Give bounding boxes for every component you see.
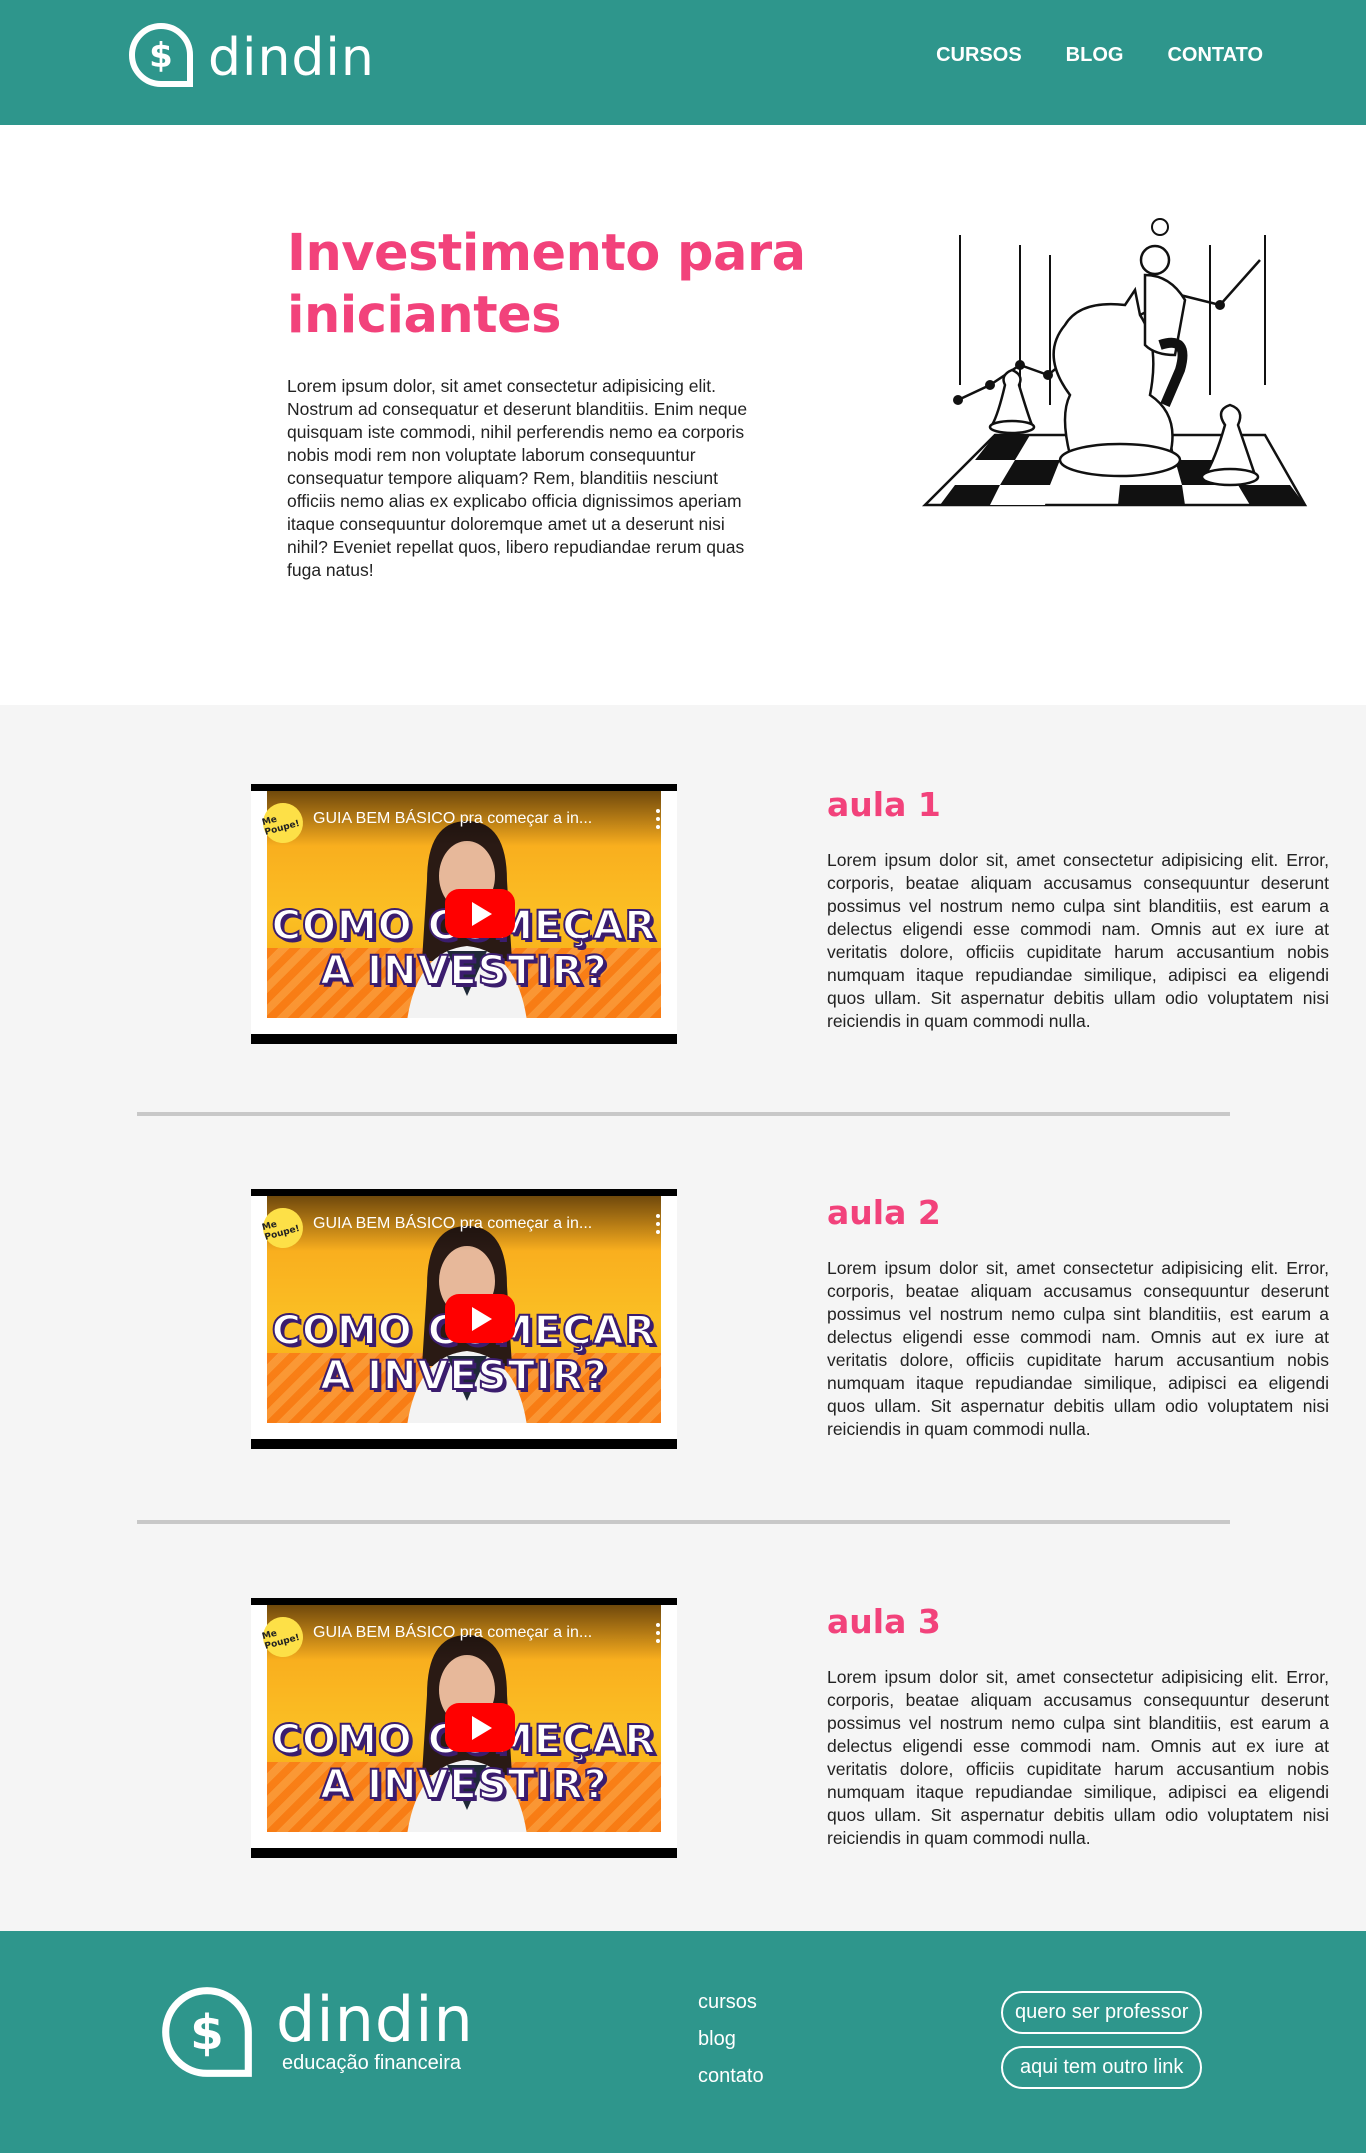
thumbnail-text-line-2: A INVESTIR?: [319, 947, 608, 995]
footer-link-blog[interactable]: blog: [698, 2028, 764, 2051]
more-vertical-icon[interactable]: [655, 1214, 661, 1234]
footer-logo-name: dindin: [276, 1982, 474, 2056]
footer-logo[interactable]: $ dindin educação financeira: [160, 1985, 474, 2079]
svg-text:$: $: [149, 36, 173, 76]
nav-cursos[interactable]: CURSOS: [936, 44, 1022, 67]
youtube-play-icon[interactable]: [445, 889, 515, 938]
dollar-speech-bubble-icon: $: [162, 1987, 252, 2077]
video-embed[interactable]: COMO COMEÇAR A INVESTIR? Me Poupe! GUIA …: [251, 784, 677, 1044]
section-divider: [137, 1112, 1230, 1116]
video-title[interactable]: GUIA BEM BÁSICO pra começar a in...: [313, 1215, 592, 1233]
svg-text:$: $: [190, 2005, 224, 2061]
footer-buttons: quero ser professor aqui tem outro link: [1001, 1991, 1203, 2089]
youtube-play-icon[interactable]: [445, 1294, 515, 1343]
become-teacher-button[interactable]: quero ser professor: [1001, 1991, 1203, 2034]
lesson-title: aula 1: [827, 785, 941, 824]
hero-section: Investimento para iniciantes Lorem ipsum…: [0, 125, 1366, 705]
lesson-title: aula 3: [827, 1602, 941, 1641]
nav-blog[interactable]: BLOG: [1066, 44, 1124, 67]
site-footer: $ dindin educação financeira cursos blog…: [0, 1931, 1366, 2153]
youtube-play-icon[interactable]: [445, 1703, 515, 1752]
site-header: $ dindin CURSOS BLOG CONTATO: [0, 0, 1366, 125]
video-embed[interactable]: COMO COMEÇAR A INVESTIR? Me Poupe! GUIA …: [251, 1189, 677, 1449]
section-divider: [137, 1520, 1230, 1524]
footer-link-cursos[interactable]: cursos: [698, 1991, 764, 2014]
footer-logo-text: dindin educação financeira: [276, 1982, 474, 2075]
video-title[interactable]: GUIA BEM BÁSICO pra começar a in...: [313, 1624, 592, 1642]
video-frame: COMO COMEÇAR A INVESTIR? Me Poupe! GUIA …: [251, 1605, 677, 1848]
more-vertical-icon[interactable]: [655, 1623, 661, 1643]
lessons-section: COMO COMEÇAR A INVESTIR? Me Poupe! GUIA …: [0, 705, 1366, 1931]
video-embed[interactable]: COMO COMEÇAR A INVESTIR? Me Poupe! GUIA …: [251, 1598, 677, 1858]
main-nav: CURSOS BLOG CONTATO: [936, 44, 1263, 67]
hero-text: Lorem ipsum dolor, sit amet consectetur …: [287, 376, 748, 580]
thumbnail-text-line-2: A INVESTIR?: [319, 1761, 608, 1809]
logo-text: dindin: [208, 28, 375, 88]
other-link-button[interactable]: aqui tem outro link: [1001, 2046, 1203, 2089]
more-vertical-icon[interactable]: [655, 809, 661, 829]
lesson-card: COMO COMEÇAR A INVESTIR? Me Poupe! GUIA …: [0, 1598, 1366, 1858]
lesson-text: Lorem ipsum dolor sit, amet consectetur …: [827, 850, 1329, 1031]
header-logo[interactable]: $ dindin: [128, 20, 375, 90]
lesson-text: Lorem ipsum dolor sit, amet consectetur …: [827, 1667, 1329, 1848]
footer-link-contato[interactable]: contato: [698, 2065, 764, 2088]
lesson-card: COMO COMEÇAR A INVESTIR? Me Poupe! GUIA …: [0, 780, 1366, 1044]
video-frame: COMO COMEÇAR A INVESTIR? Me Poupe! GUIA …: [251, 791, 677, 1034]
footer-logo-tagline: educação financeira: [282, 2051, 462, 2074]
lesson-title: aula 2: [827, 1193, 941, 1232]
lesson-text: Lorem ipsum dolor sit, amet consectetur …: [827, 1258, 1329, 1439]
hero-title: Investimento para iniciantes: [287, 224, 806, 345]
chess-investment-illustration: [921, 218, 1308, 507]
footer-nav: cursos blog contato: [698, 1991, 764, 2088]
thumbnail-text-line-2: A INVESTIR?: [319, 1352, 608, 1400]
video-title[interactable]: GUIA BEM BÁSICO pra começar a in...: [313, 810, 592, 828]
lesson-card: COMO COMEÇAR A INVESTIR? Me Poupe! GUIA …: [0, 1189, 1366, 1449]
nav-contato[interactable]: CONTATO: [1167, 44, 1263, 67]
video-frame: COMO COMEÇAR A INVESTIR? Me Poupe! GUIA …: [251, 1196, 677, 1439]
dollar-speech-bubble-icon: $: [129, 22, 193, 87]
